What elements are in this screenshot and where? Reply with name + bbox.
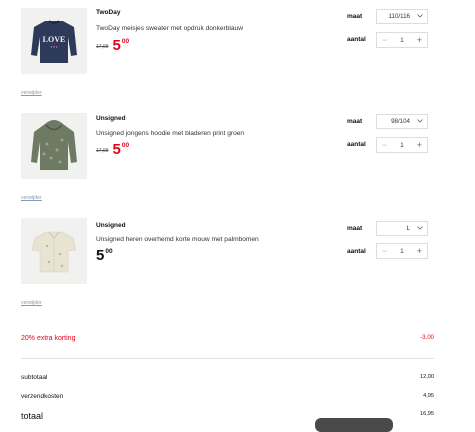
chevron-down-icon: [417, 225, 423, 232]
subtotal-row: subtotaal 12,00: [21, 374, 434, 381]
summary-divider: [21, 358, 434, 359]
chevron-down-icon: [417, 13, 423, 20]
svg-text:LOVE: LOVE: [43, 35, 66, 44]
size-label: maat: [347, 13, 363, 20]
subtotal-value: 12,00: [420, 374, 434, 380]
size-value: 98/104: [391, 118, 410, 125]
sale-price: 5 00: [112, 141, 130, 158]
shipping-label: verzendkosten: [21, 393, 64, 400]
product-brand: Unsigned: [96, 115, 126, 122]
product-price: 5 00: [96, 248, 113, 263]
svg-text:♥ ♥ ♥: ♥ ♥ ♥: [50, 45, 57, 49]
quantity-label: aantal: [347, 36, 366, 43]
product-brand: Unsigned: [96, 222, 126, 229]
product-brand: TwoDay: [96, 9, 121, 16]
shipping-row: verzendkosten 4,95: [21, 393, 434, 400]
product-title[interactable]: Unsigned jongens hoodie met bladeren pri…: [96, 130, 244, 137]
quantity-stepper: − 1 +: [376, 243, 428, 259]
quantity-value: 1: [400, 141, 404, 149]
plus-icon[interactable]: +: [417, 246, 422, 256]
sweater-image: LOVE ♥ ♥ ♥: [31, 20, 77, 63]
total-label: totaal: [21, 411, 44, 421]
minus-icon[interactable]: −: [382, 35, 387, 45]
chevron-down-icon: [417, 118, 423, 125]
discount-row: 20% extra korting -3,00: [21, 335, 434, 342]
old-price: 17,99: [96, 44, 109, 50]
minus-icon[interactable]: −: [382, 140, 387, 150]
old-price: 17,99: [96, 148, 109, 154]
product-price: 17,99 5 00: [96, 142, 129, 157]
plus-icon[interactable]: +: [417, 35, 422, 45]
product-title[interactable]: TwoDay meisjes sweater met opdruk donker…: [96, 25, 243, 32]
product-price: 17,99 5 00: [96, 38, 129, 53]
shipping-value: 4,95: [423, 393, 434, 399]
quantity-label: aantal: [347, 248, 366, 255]
sale-price: 5 00: [112, 37, 130, 54]
product-image[interactable]: [21, 218, 87, 284]
remove-link[interactable]: verwijder: [21, 90, 42, 96]
quantity-value: 1: [400, 36, 404, 44]
quantity-value: 1: [400, 247, 404, 255]
size-value: 110/116: [388, 13, 410, 20]
shirt-image: [31, 231, 77, 273]
product-image[interactable]: [21, 113, 87, 179]
size-select[interactable]: 110/116: [376, 9, 428, 24]
quantity-label: aantal: [347, 141, 366, 148]
remove-link[interactable]: verwijder: [21, 195, 42, 201]
plus-icon[interactable]: +: [417, 140, 422, 150]
price: 5 00: [96, 247, 113, 264]
size-value: L: [406, 225, 410, 232]
product-image[interactable]: LOVE ♥ ♥ ♥: [21, 8, 87, 74]
hoodie-image: [31, 120, 77, 170]
size-select[interactable]: L: [376, 221, 428, 236]
subtotal-label: subtotaal: [21, 374, 48, 381]
quantity-stepper: − 1 +: [376, 32, 428, 48]
minus-icon[interactable]: −: [382, 246, 387, 256]
size-select[interactable]: 98/104: [376, 114, 428, 129]
discount-value: -3,00: [420, 335, 434, 341]
size-label: maat: [347, 225, 363, 232]
size-label: maat: [347, 118, 363, 125]
discount-label: 20% extra korting: [21, 335, 76, 342]
total-value: 16,95: [420, 411, 434, 417]
remove-link[interactable]: verwijder: [21, 300, 42, 306]
quantity-stepper: − 1 +: [376, 137, 428, 153]
product-title[interactable]: Unsigned heren overhemd korte mouw met p…: [96, 236, 259, 243]
floating-toast[interactable]: [315, 418, 393, 432]
